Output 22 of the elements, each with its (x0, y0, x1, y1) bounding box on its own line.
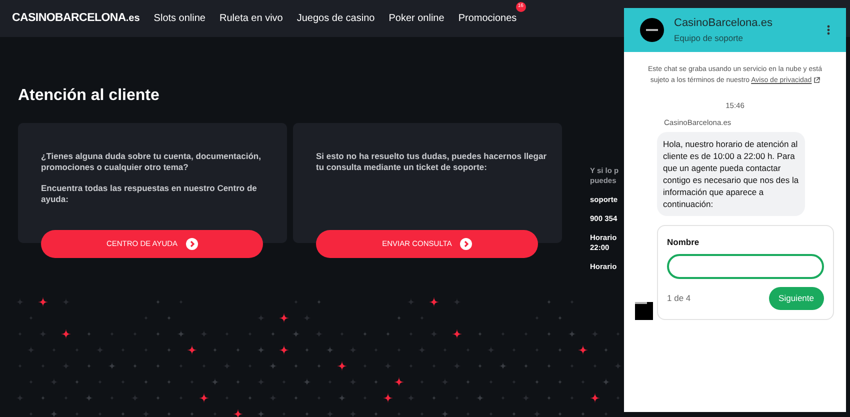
name-input-field[interactable] (667, 254, 824, 280)
nav-link[interactable]: Slots online (154, 11, 206, 26)
nav-link[interactable]: Ruleta en vivo (220, 11, 283, 26)
brand-logo-icon (635, 302, 653, 320)
external-link-icon (814, 77, 820, 84)
chevron-circle-icon (186, 238, 198, 250)
chat-message: Hola, nuestro horario de atención al cliente es de 10:00 a 22:00 h. Para que un agente pueda contactar contigo es necesario que nos des la información que aparece a continuación: (657, 132, 805, 216)
chat-title: CasinoBarcelona.es (674, 16, 774, 32)
card-text: Si esto no ha resuelto tus dudas, puedes hacernos llegar tu consulta mediante un ticket de soporte: (316, 151, 548, 173)
card-text: Encuentra todas las respuestas en nuestro Centro de ayuda: (41, 183, 258, 205)
chat-subtitle: Equipo de soporte (674, 32, 744, 45)
nav-link[interactable]: Juegos de casino (296, 11, 375, 26)
field-label: Nombre (667, 236, 700, 248)
site-logo[interactable]: CASINOBARCELONA.es (12, 10, 140, 28)
step-counter: 1 de 4 (667, 292, 691, 306)
brand-logo-icon (640, 18, 664, 42)
card-text: ¿Tienes alguna duda sobre tu cuenta, documentación, promociones o cualquier otro tema? (41, 151, 262, 173)
chevron-circle-icon (460, 238, 472, 250)
more-options-icon[interactable] (827, 25, 830, 35)
page-title: Atención al cliente (18, 86, 160, 106)
nav-link[interactable]: Promociones (458, 11, 517, 26)
nav-link[interactable]: Poker online (388, 11, 444, 26)
